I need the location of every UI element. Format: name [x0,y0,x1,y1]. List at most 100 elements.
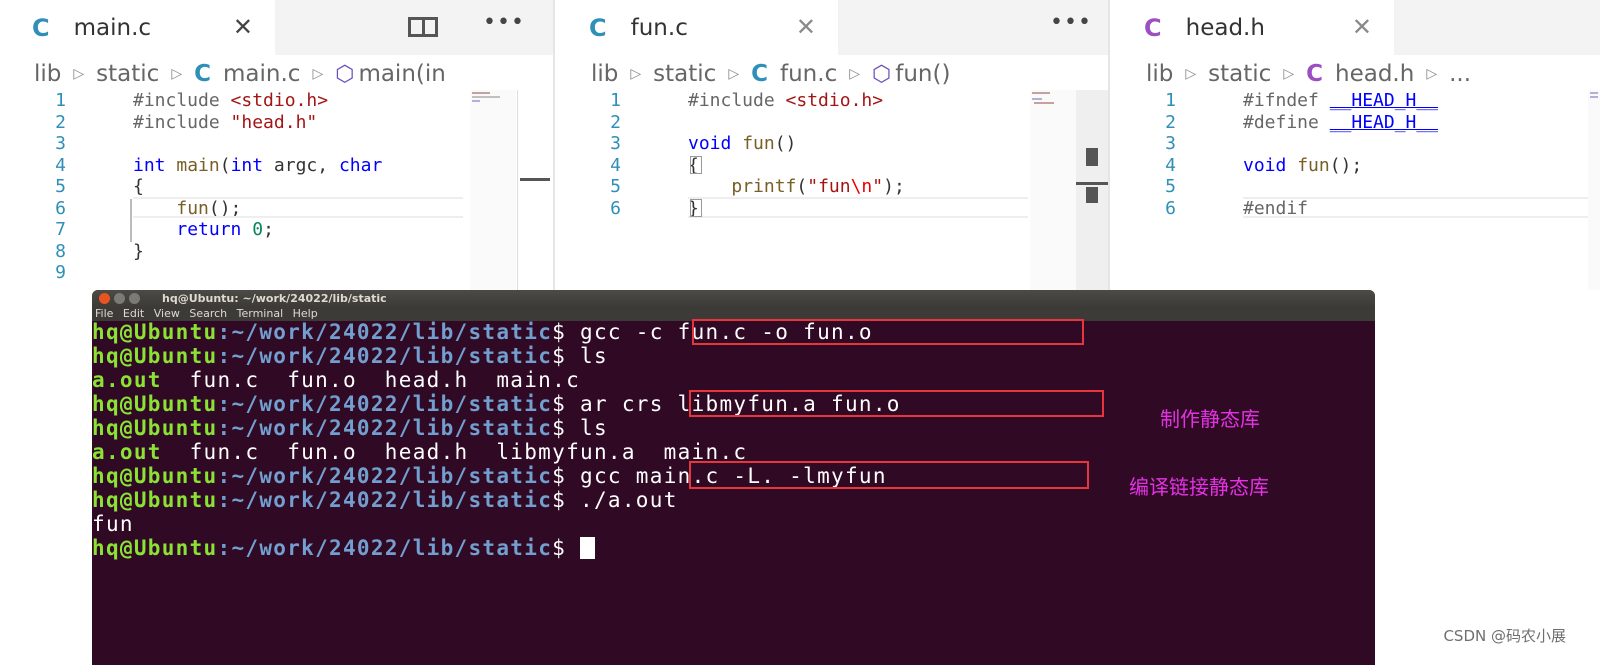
breadcrumb-item[interactable]: main(in [358,61,445,87]
line-number: 8 [55,240,66,262]
code-line[interactable]: 4{ [555,155,1025,177]
breadcrumb-item[interactable]: fun.c [780,61,837,87]
code-line[interactable]: 3 [1110,133,1580,155]
code-token: argc, [263,154,339,176]
prompt-symbol: $ [552,416,581,440]
menu-edit[interactable]: Edit [123,307,144,320]
code-line[interactable]: 5{ [0,176,470,198]
code-line[interactable]: 4 void fun(); [1110,155,1580,177]
menu-help[interactable]: Help [293,307,318,320]
breadcrumb-item[interactable]: static [653,61,716,87]
scrollbar-thumb[interactable] [520,178,550,181]
scrollbar-thumb[interactable] [1076,182,1108,185]
prompt-symbol: $ [552,536,581,560]
editor-pane-main-c: C main.c ✕ ••• lib ▷ static ▷ C main.c ▷ ⬡ … [0,0,553,290]
code-line[interactable]: 2 [555,112,1025,134]
cube-icon: ⬡ [872,61,892,87]
code-token: fun [1297,154,1330,176]
close-icon[interactable]: ✕ [233,13,253,41]
maximize-window-icon[interactable] [129,293,140,304]
breadcrumb-item[interactable]: lib [1146,61,1173,87]
terminal-titlebar[interactable]: hq@Ubuntu: ~/work/24022/lib/static [92,290,1375,307]
code-line[interactable]: 1 #include <stdio.h> [555,90,1025,112]
line-number: 3 [55,133,66,154]
split-editor-icon[interactable] [408,17,438,37]
c-file-icon: C [194,61,211,87]
menu-search[interactable]: Search [189,307,227,320]
breadcrumb-item[interactable]: fun() [895,61,950,87]
more-actions-icon[interactable]: ••• [1050,10,1092,35]
tab-head-h[interactable]: C head.h ✕ [1110,0,1394,55]
code-line[interactable]: 1 #ifndef __HEAD_H__ [1110,90,1580,112]
bracket-match [690,156,702,174]
code-token: main [176,154,220,176]
prompt-symbol: $ [552,344,581,368]
scrollbar[interactable] [517,90,550,290]
close-icon[interactable]: ✕ [796,13,816,41]
current-line-highlight [1243,197,1588,218]
code-line[interactable]: 1 #include <stdio.h> [0,90,470,112]
code-line[interactable]: 2 #include "head.h" [0,112,470,134]
minimap[interactable] [470,90,516,290]
close-window-icon[interactable] [99,293,110,304]
line-number: 1 [55,90,66,111]
minimap[interactable] [1030,90,1076,290]
code-token: " [872,176,884,197]
code-line[interactable]: 7 return 0; [0,219,470,241]
breadcrumb-item[interactable]: ... [1449,61,1471,87]
line-number: 5 [55,176,66,197]
close-icon[interactable]: ✕ [1352,13,1372,41]
prompt-user: hq@Ubuntu [92,416,218,440]
tab-main-c[interactable]: C main.c ✕ [0,0,275,55]
tab-label: main.c [73,14,152,41]
line-number: 6 [1165,197,1176,219]
current-line-highlight [688,197,1028,218]
scrollbar-thumb[interactable] [1086,148,1098,166]
breadcrumb-item[interactable]: main.c [223,61,300,87]
code-token: return [176,219,242,240]
terminal-line: hq@Ubuntu:~/work/24022/lib/static$ ls [92,416,901,440]
breadcrumb-item[interactable]: static [96,61,159,87]
code-token: ( [796,176,808,197]
scrollbar-thumb[interactable] [1086,187,1098,203]
line-number: 1 [610,90,621,111]
menu-file[interactable]: File [95,307,113,320]
tab-fun-c[interactable]: C fun.c ✕ [555,0,838,55]
more-actions-icon[interactable]: ••• [483,10,525,35]
code-token: char [338,154,383,176]
code-token: ); [883,176,905,197]
line-number: 4 [610,154,621,176]
code-line[interactable]: 3 [0,133,470,155]
prompt-symbol: $ [552,488,581,512]
code-token: (); [1329,154,1363,176]
minimize-window-icon[interactable] [114,293,125,304]
line-number: 6 [610,197,621,219]
code-area[interactable]: 1 #include <stdio.h> 2 #include "head.h" 3 4 i… [0,90,470,284]
bracket-match [690,199,702,217]
terminal-title: hq@Ubuntu: ~/work/24022/lib/static [162,292,387,305]
menu-terminal[interactable]: Terminal [237,307,284,320]
prompt-path: :~/work/24022/lib/static [217,488,553,512]
code-line[interactable]: 9 [0,262,470,284]
prompt-user: hq@Ubuntu [92,344,218,368]
highlight-box [689,461,1089,489]
menu-view[interactable]: View [154,307,180,320]
breadcrumb-item[interactable]: lib [591,61,618,87]
scrollbar[interactable] [1076,90,1108,290]
code-token: ; [263,219,274,240]
breadcrumb-item[interactable]: static [1208,61,1271,87]
code-line[interactable]: 8} [0,241,470,263]
breadcrumb-item[interactable]: lib [34,61,61,87]
indent-guide [130,199,132,242]
code-line[interactable]: 2 #define __HEAD_H__ [1110,112,1580,134]
line-number: 3 [610,133,621,154]
line-number: 2 [610,111,621,133]
code-line[interactable]: 4 int main(int argc, char [0,155,470,177]
breadcrumb-item[interactable]: head.h [1335,61,1414,87]
code-line[interactable]: 5 [1110,176,1580,198]
minimap[interactable] [1588,90,1600,290]
code-line[interactable]: 3 void fun() [555,133,1025,155]
tab-label: head.h [1185,14,1265,41]
code-line[interactable]: 5 printf("fun\n"); [555,176,1025,198]
